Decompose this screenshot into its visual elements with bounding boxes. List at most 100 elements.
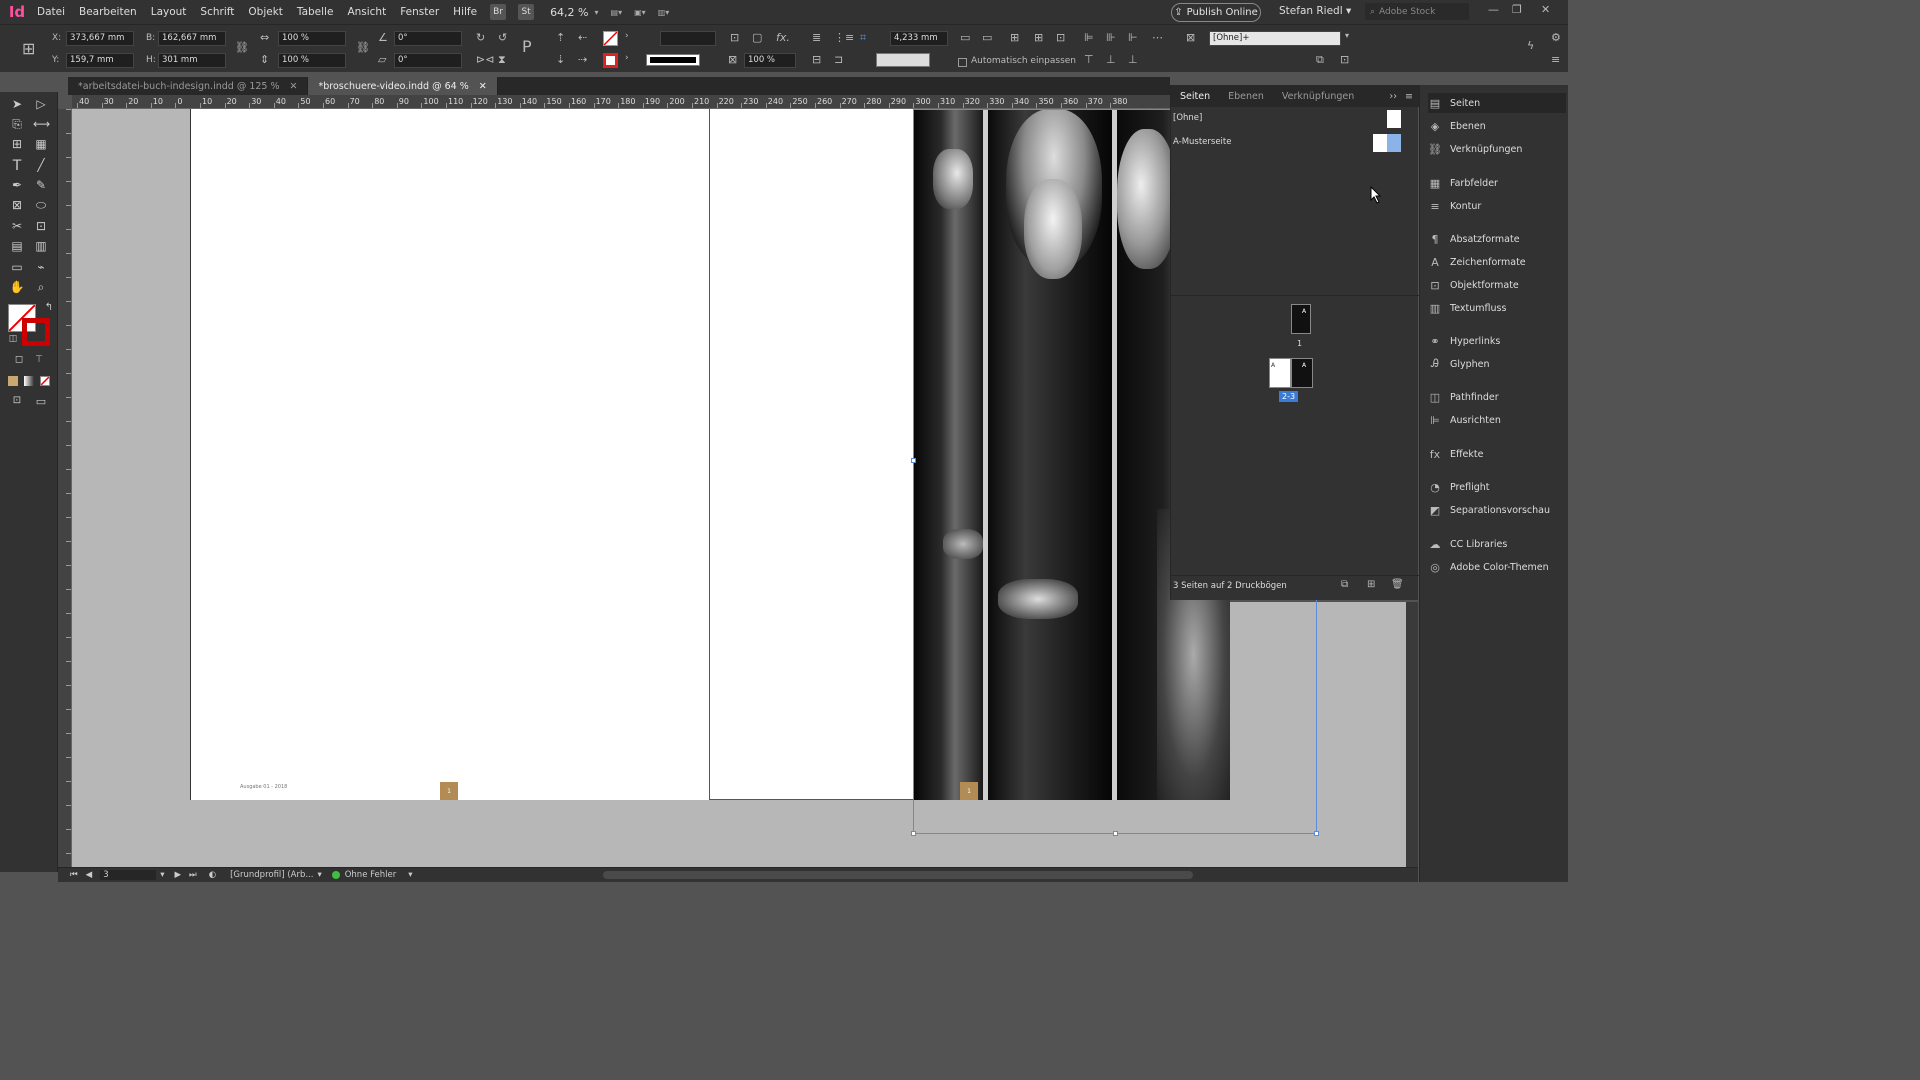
chevron-down-icon[interactable]: ▾ bbox=[408, 870, 412, 880]
swap-colors-icon[interactable]: ↰ bbox=[41, 302, 57, 313]
align-center-icon[interactable]: ▭ bbox=[982, 31, 992, 44]
menu-tabelle[interactable]: Tabelle bbox=[297, 6, 334, 18]
page-left[interactable] bbox=[190, 109, 710, 800]
page-2-thumb[interactable]: A bbox=[1269, 358, 1291, 388]
note-tool-icon[interactable]: ▭ bbox=[9, 260, 25, 274]
object-style-select[interactable]: [Ohne]+ bbox=[1209, 31, 1341, 46]
ellipse-tool-icon[interactable]: ⬭ bbox=[33, 198, 49, 213]
horizontal-ruler[interactable]: 40 30 20 10 0 10 20 30 40 50 60 70 80 90 100 110 120 130 1… bbox=[72, 95, 1170, 109]
stroke-color-box[interactable] bbox=[22, 318, 50, 346]
dock-item-stroke[interactable]: ≡ Kontur bbox=[1428, 196, 1566, 216]
chevron-down-icon[interactable]: ▾ bbox=[160, 870, 164, 880]
menu-objekt[interactable]: Objekt bbox=[248, 6, 283, 18]
publish-online-button[interactable]: ⇪ Publish Online bbox=[1171, 3, 1261, 22]
flip-horizontal-icon[interactable]: ⊳⊲ bbox=[476, 53, 494, 66]
next-page-icon[interactable]: ▶ bbox=[174, 870, 181, 880]
select-previous-icon[interactable]: ⇠ bbox=[578, 31, 587, 44]
zoom-tool-icon[interactable]: ⌕ bbox=[33, 280, 49, 295]
hand-tool-icon[interactable]: ✋ bbox=[9, 280, 25, 294]
type-tool-icon[interactable]: T bbox=[9, 158, 25, 174]
search-input[interactable]: ⌕ Adobe Stock bbox=[1365, 3, 1469, 20]
page-field[interactable]: 3 bbox=[100, 870, 157, 880]
dock-item-paragraph-styles[interactable]: ¶ Absatzformate bbox=[1428, 229, 1566, 249]
vertical-scrollbar[interactable] bbox=[1406, 602, 1418, 867]
menu-fenster[interactable]: Fenster bbox=[400, 6, 439, 18]
rotate-ccw-icon[interactable]: ↺ bbox=[498, 31, 507, 44]
master-a-thumb-left[interactable] bbox=[1373, 134, 1387, 152]
content-placer-icon[interactable]: ▦ bbox=[33, 137, 49, 151]
dock-item-swatches[interactable]: ▦ Farbfelder bbox=[1428, 173, 1566, 193]
menu-schrift[interactable]: Schrift bbox=[200, 6, 234, 18]
content-collector-icon[interactable]: ⊞ bbox=[9, 137, 25, 151]
last-page-icon[interactable]: ⏭ bbox=[189, 870, 197, 880]
selection-handle[interactable] bbox=[1113, 831, 1118, 836]
distribute-space-icon[interactable]: ⊞ bbox=[1034, 31, 1043, 44]
pen-tool-icon[interactable]: ✒ bbox=[9, 178, 25, 192]
wrap-jump-icon[interactable]: ⊐ bbox=[834, 53, 843, 66]
dock-item-preflight[interactable]: ◔ Preflight bbox=[1428, 477, 1566, 497]
tab-seiten[interactable]: Seiten bbox=[1171, 91, 1219, 102]
previous-page-icon[interactable]: ◀ bbox=[86, 870, 93, 880]
menu-layout[interactable]: Layout bbox=[151, 6, 187, 18]
wrap-around-icon[interactable]: ⊟ bbox=[812, 53, 821, 66]
menu-hilfe[interactable]: Hilfe bbox=[453, 6, 477, 18]
close-icon[interactable]: ✕ bbox=[479, 81, 487, 92]
default-colors-icon[interactable]: ◫ bbox=[5, 334, 21, 344]
dock-item-glyphs[interactable]: Ꭿ Glyphen bbox=[1428, 354, 1566, 374]
restore-icon[interactable]: ❐ bbox=[1512, 3, 1522, 16]
gear-icon[interactable]: ⚙ bbox=[1551, 31, 1561, 44]
stroke-swatch[interactable] bbox=[603, 53, 618, 68]
stroke-weight-field[interactable] bbox=[660, 31, 716, 46]
close-icon[interactable]: ✕ bbox=[290, 81, 298, 92]
distribute-horizontal-icon[interactable]: ⋯ bbox=[1152, 31, 1163, 44]
master-none-thumb[interactable] bbox=[1387, 110, 1401, 128]
new-page-icon[interactable]: ⊞ bbox=[1367, 579, 1375, 590]
width-field[interactable]: 162,667 mm bbox=[158, 31, 226, 46]
gap-tool-icon[interactable]: ⟷ bbox=[33, 117, 50, 131]
text-wrap-icon[interactable]: ≣ bbox=[812, 31, 821, 44]
autofit-checkbox[interactable] bbox=[958, 58, 967, 67]
free-transform-tool-icon[interactable]: ⊡ bbox=[33, 219, 49, 233]
shear-field[interactable]: 0° bbox=[394, 53, 462, 68]
rotate-cw-icon[interactable]: ↻ bbox=[476, 31, 485, 44]
menu-ansicht[interactable]: Ansicht bbox=[347, 6, 386, 18]
tab-ebenen[interactable]: Ebenen bbox=[1219, 91, 1273, 102]
select-container-icon[interactable]: ⇡ bbox=[556, 31, 565, 44]
scale-y-field[interactable]: 100 % bbox=[278, 53, 346, 68]
eyedropper-tool-icon[interactable]: ⌁ bbox=[33, 260, 49, 274]
x-field[interactable]: 373,667 mm bbox=[66, 31, 134, 46]
chevron-down-icon[interactable]: ▾ bbox=[1345, 31, 1349, 40]
control-menu-icon[interactable]: ≡ bbox=[1551, 53, 1560, 66]
dock-item-layers[interactable]: ◈ Ebenen bbox=[1428, 116, 1566, 136]
bridge-button[interactable]: Br bbox=[490, 4, 507, 20]
selection-tool-icon[interactable]: ➤ bbox=[9, 97, 25, 111]
rectangle-frame-tool-icon[interactable]: ⊠ bbox=[9, 198, 25, 212]
fit-frame-icon[interactable]: ⊡ bbox=[1056, 31, 1065, 44]
frame-fit-content-icon[interactable]: ▢ bbox=[752, 31, 762, 44]
preflight-status[interactable]: Ohne Fehler bbox=[345, 870, 397, 880]
rotate-field[interactable]: 0° bbox=[394, 31, 462, 46]
scissors-tool-icon[interactable]: ✂ bbox=[9, 219, 25, 233]
dock-item-text-wrap[interactable]: ▥ Textumfluss bbox=[1428, 298, 1566, 318]
align-left-icon[interactable]: ⊫ bbox=[1084, 31, 1094, 44]
dock-item-align[interactable]: ⊫ Ausrichten bbox=[1428, 410, 1566, 430]
formatting-text-icon[interactable]: T bbox=[31, 354, 47, 365]
align-hcenter-icon[interactable]: ⊪ bbox=[1106, 31, 1116, 44]
preview-mode-icon[interactable]: ▭ bbox=[33, 395, 49, 408]
delete-page-icon[interactable]: 🗑 bbox=[1391, 579, 1404, 590]
zoom-level[interactable]: 64,2 % bbox=[550, 6, 588, 19]
dock-item-pathfinder[interactable]: ◫ Pathfinder bbox=[1428, 387, 1566, 407]
align-top-icon[interactable]: ▭ bbox=[960, 31, 970, 44]
first-page-icon[interactable]: ⏮ bbox=[70, 870, 78, 880]
constrain-scale-icon[interactable]: ⛓ bbox=[356, 41, 370, 54]
fill-arrow-icon[interactable]: › bbox=[625, 31, 629, 41]
profile-select[interactable]: [Grundprofil] (Arb... bbox=[230, 870, 313, 880]
page-1-thumb[interactable]: A bbox=[1291, 304, 1311, 334]
user-menu[interactable]: Stefan Riedl ▾ bbox=[1279, 5, 1351, 17]
align-vcenter-icon[interactable]: ⊥ bbox=[1106, 53, 1116, 66]
scale-x-field[interactable]: 100 % bbox=[278, 31, 346, 46]
page-3-thumb[interactable]: A bbox=[1291, 358, 1313, 388]
dock-item-links[interactable]: ⛓ Verknüpfungen bbox=[1428, 139, 1566, 159]
panel-menu-icon[interactable]: ≡ bbox=[1405, 91, 1413, 102]
opacity-field[interactable]: 100 % bbox=[744, 53, 796, 68]
